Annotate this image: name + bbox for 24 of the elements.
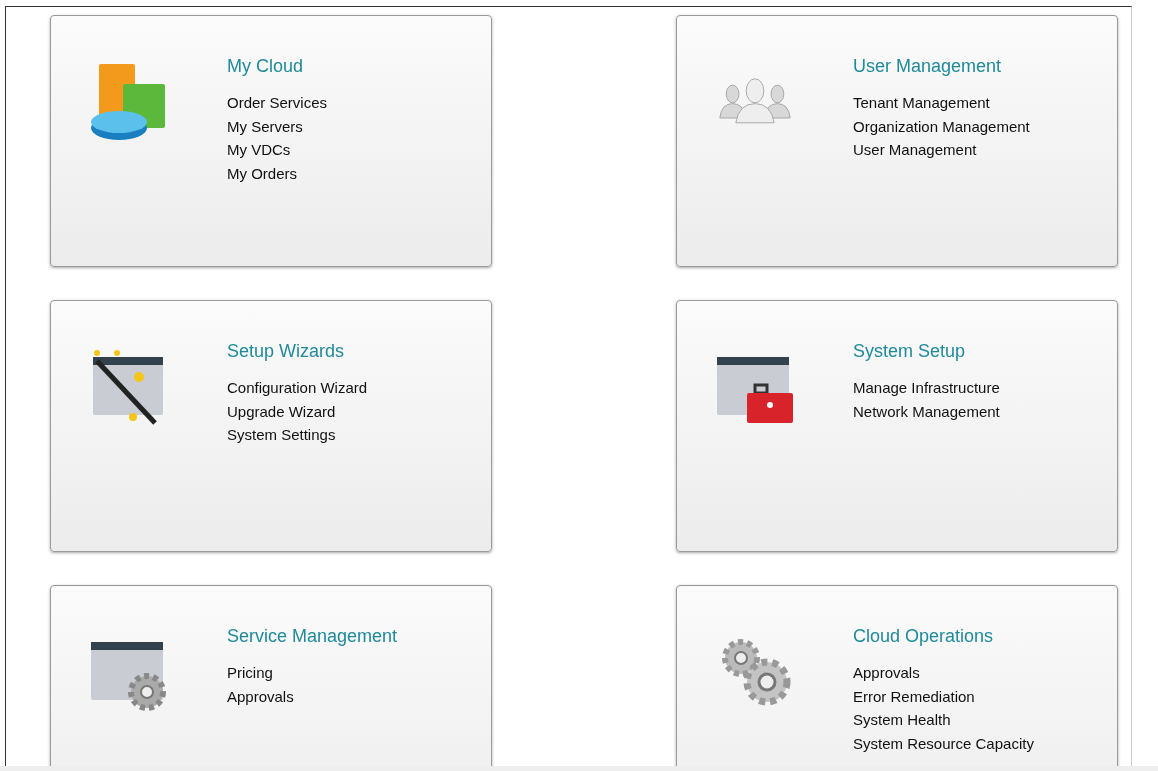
card-link[interactable]: Upgrade Wizard [227,399,368,424]
card-link[interactable]: System Settings [227,423,368,447]
card-link[interactable]: Error Remediation [853,684,1034,709]
card-link[interactable]: System Health [853,708,1034,732]
card-link[interactable]: System Resource Capacity [853,731,1034,756]
card-link[interactable]: Manage Infrastructure [853,376,1000,400]
card-link[interactable]: Approvals [227,684,398,709]
card-link[interactable]: Order Services [227,91,328,115]
card-title[interactable]: Service Management [227,626,398,647]
card-link[interactable]: My Servers [227,114,328,139]
card-link[interactable]: Pricing [227,661,398,685]
card-link[interactable]: My VDCs [227,138,328,162]
card-link[interactable]: Network Management [853,399,1000,424]
card-title[interactable]: Setup Wizards [227,341,368,362]
card-title[interactable]: User Management [853,56,1030,77]
card-title[interactable]: System Setup [853,341,1000,362]
card-title[interactable]: Cloud Operations [853,626,1034,647]
card-link[interactable]: Configuration Wizard [227,376,368,400]
card-title[interactable]: My Cloud [227,56,328,77]
card-link[interactable]: User Management [853,138,1030,162]
card-link[interactable]: Tenant Management [853,91,1030,115]
card-link[interactable]: Approvals [853,661,1034,685]
card-link[interactable]: Organization Management [853,114,1030,139]
card-link[interactable]: My Orders [227,161,328,186]
